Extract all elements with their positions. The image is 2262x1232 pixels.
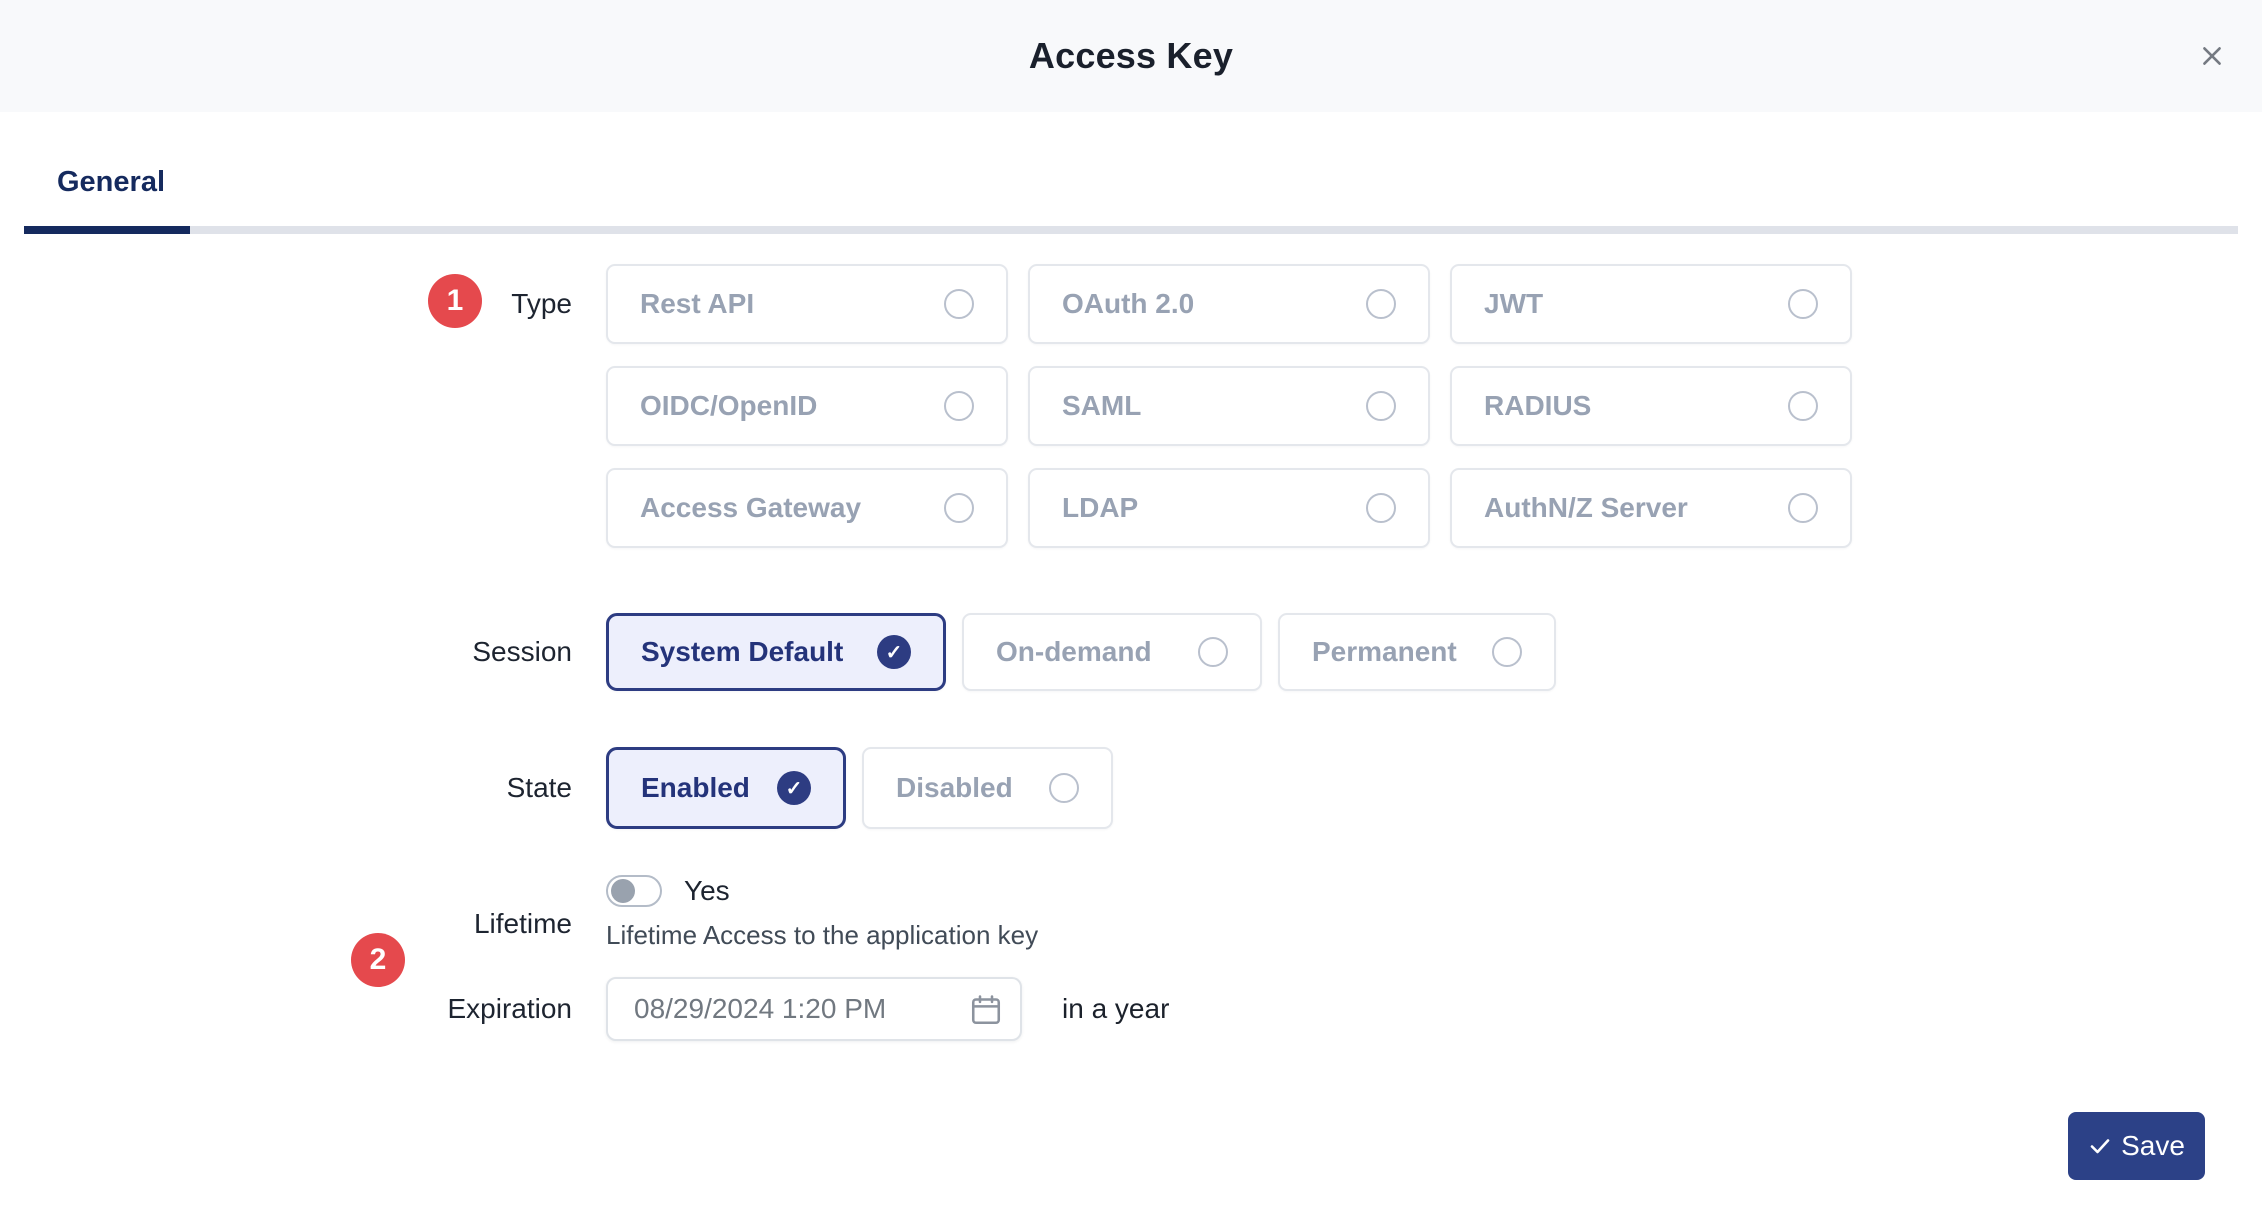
lifetime-label: Lifetime [0,908,572,940]
state-row: State Enabled Disabled [0,747,2262,829]
lifetime-controls: Yes Lifetime Access to the application k… [606,875,1038,951]
session-row: Session System Default On-demand Permane… [0,613,2262,691]
session-option-permanent[interactable]: Permanent [1278,613,1556,691]
state-option-label: Disabled [896,772,1013,804]
modal-title: Access Key [1029,35,1233,77]
tab-active-indicator [24,226,190,234]
type-option-radius[interactable]: RADIUS [1450,366,1852,446]
expiration-hint: in a year [1062,993,1169,1025]
type-option-label: RADIUS [1484,390,1591,422]
radio-unchecked-icon[interactable] [1788,493,1818,523]
expiration-date-input[interactable] [606,977,1022,1041]
radio-unchecked-icon[interactable] [1366,391,1396,421]
radio-unchecked-icon[interactable] [1366,289,1396,319]
radio-unchecked-icon[interactable] [944,493,974,523]
type-option-ldap[interactable]: LDAP [1028,468,1430,548]
type-option-oauth2[interactable]: OAuth 2.0 [1028,264,1430,344]
session-options: System Default On-demand Permanent [606,613,1556,691]
type-option-label: Access Gateway [640,492,861,524]
radio-unchecked-icon[interactable] [944,391,974,421]
expiration-label: Expiration [0,977,572,1041]
lifetime-toggle-value: Yes [684,875,730,907]
type-option-label: JWT [1484,288,1543,320]
type-option-label: AuthN/Z Server [1484,492,1688,524]
type-option-saml[interactable]: SAML [1028,366,1430,446]
radio-checked-icon[interactable] [777,771,811,805]
check-icon [2088,1134,2112,1158]
state-option-disabled[interactable]: Disabled [862,747,1113,829]
session-label: Session [0,613,572,691]
type-option-oidc-openid[interactable]: OIDC/OpenID [606,366,1008,446]
close-button[interactable] [2184,28,2240,84]
radio-unchecked-icon[interactable] [1366,493,1396,523]
modal-header: Access Key [0,0,2262,112]
radio-checked-icon[interactable] [877,635,911,669]
session-option-label: On-demand [996,636,1152,668]
radio-unchecked-icon[interactable] [1788,289,1818,319]
lifetime-row: Lifetime Yes Lifetime Access to the appl… [0,875,2262,955]
tab-track [24,226,2238,234]
radio-unchecked-icon[interactable] [1788,391,1818,421]
expiration-row: Expiration in a year [0,977,2262,1041]
tab-general[interactable]: General [57,166,165,199]
type-label: Type [0,264,572,344]
type-option-jwt[interactable]: JWT [1450,264,1852,344]
type-options-grid: Rest API OAuth 2.0 JWT OIDC/OpenID SAML … [606,264,1852,548]
type-option-label: SAML [1062,390,1141,422]
radio-unchecked-icon[interactable] [1492,637,1522,667]
radio-unchecked-icon[interactable] [1049,773,1079,803]
expiration-controls: in a year [606,977,1169,1041]
type-option-access-gateway[interactable]: Access Gateway [606,468,1008,548]
lifetime-toggle[interactable] [606,875,662,907]
session-option-label: System Default [641,636,843,668]
lifetime-help-text: Lifetime Access to the application key [606,920,1038,951]
session-option-system-default[interactable]: System Default [606,613,946,691]
type-option-label: Rest API [640,288,754,320]
type-option-authnz-server[interactable]: AuthN/Z Server [1450,468,1852,548]
save-button-label: Save [2121,1130,2185,1162]
type-option-label: OAuth 2.0 [1062,288,1194,320]
type-option-label: OIDC/OpenID [640,390,817,422]
state-options: Enabled Disabled [606,747,1113,829]
session-option-on-demand[interactable]: On-demand [962,613,1262,691]
type-option-rest-api[interactable]: Rest API [606,264,1008,344]
state-option-enabled[interactable]: Enabled [606,747,846,829]
state-option-label: Enabled [641,772,750,804]
toggle-knob-icon [611,879,635,903]
radio-unchecked-icon[interactable] [944,289,974,319]
save-button[interactable]: Save [2068,1112,2205,1180]
type-option-label: LDAP [1062,492,1138,524]
radio-unchecked-icon[interactable] [1198,637,1228,667]
session-option-label: Permanent [1312,636,1457,668]
state-label: State [0,747,572,829]
type-row: Type Rest API OAuth 2.0 JWT OIDC/OpenID … [0,264,2262,344]
close-icon [2199,43,2225,69]
